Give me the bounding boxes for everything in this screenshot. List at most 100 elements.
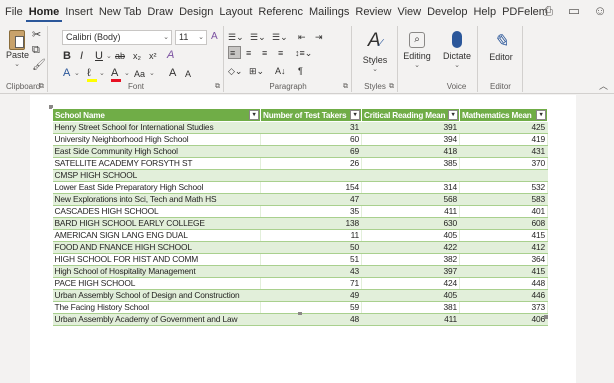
line-spacing-icon[interactable]: ↕≡⌄: [295, 46, 312, 60]
borders-icon[interactable]: ⊞⌄: [249, 64, 264, 78]
font-name-select[interactable]: Calibri (Body) ⌄: [62, 30, 172, 45]
cell-test-takers[interactable]: 48: [260, 313, 362, 326]
decrease-indent-icon[interactable]: ⇤: [298, 30, 306, 44]
shrink-font-button[interactable]: A: [185, 67, 191, 81]
table-resize-handle[interactable]: [544, 315, 548, 319]
editing-button[interactable]: ⌕ Editing ⌄: [400, 30, 434, 70]
cell-math-mean[interactable]: [459, 169, 548, 182]
styles-button[interactable]: A∕ Styles ⌄: [357, 30, 393, 73]
increase-indent-icon[interactable]: ⇥: [315, 30, 323, 44]
bold-button[interactable]: B: [63, 49, 71, 63]
cell-school-name[interactable]: University Neighborhood High School: [52, 133, 261, 146]
vertical-scrollbar[interactable]: [602, 95, 614, 383]
menu-item-view[interactable]: View: [394, 2, 424, 22]
cell-test-takers[interactable]: 50: [260, 241, 362, 254]
highlight-button[interactable]: ℓ: [87, 66, 97, 82]
header-school-name[interactable]: School Name ▾: [52, 108, 261, 122]
cell-math-mean[interactable]: 406: [459, 313, 548, 326]
menu-item-referenc[interactable]: Referenc: [255, 2, 306, 22]
cell-reading-mean[interactable]: 381: [361, 301, 460, 314]
menu-item-home[interactable]: Home: [25, 2, 63, 22]
subscript-button[interactable]: x₂: [133, 49, 141, 63]
cell-math-mean[interactable]: 373: [459, 301, 548, 314]
cell-reading-mean[interactable]: 568: [361, 193, 460, 206]
cell-school-name[interactable]: AMERICAN SIGN LANG ENG DUAL: [52, 229, 261, 242]
change-case-button[interactable]: Aa: [134, 67, 145, 81]
cell-reading-mean[interactable]: 394: [361, 133, 460, 146]
cell-school-name[interactable]: Lower East Side Preparatory High School: [52, 181, 261, 194]
share-icon[interactable]: ⎙: [540, 3, 556, 19]
format-painter-icon[interactable]: 🖌: [32, 58, 46, 72]
cell-math-mean[interactable]: 532: [459, 181, 548, 194]
cell-reading-mean[interactable]: 385: [361, 157, 460, 170]
numbering-icon[interactable]: ☰⌄: [250, 30, 266, 44]
multilevel-list-icon[interactable]: ☰⌄: [272, 30, 288, 44]
cell-school-name[interactable]: CASCADES HIGH SCHOOL: [52, 205, 261, 218]
cell-test-takers[interactable]: 47: [260, 193, 362, 206]
sort-button[interactable]: A↓: [275, 64, 286, 78]
cell-math-mean[interactable]: 364: [459, 253, 548, 266]
font-launcher-icon[interactable]: ⧉: [215, 83, 220, 91]
cell-math-mean[interactable]: 431: [459, 145, 548, 158]
filter-dropdown-icon[interactable]: ▾: [249, 110, 259, 120]
cell-school-name[interactable]: The Facing History School: [52, 301, 261, 314]
editor-button[interactable]: ✎ Editor: [483, 30, 519, 70]
cell-test-takers[interactable]: 51: [260, 253, 362, 266]
align-right-icon[interactable]: ≡: [262, 46, 267, 60]
underline-dropdown-icon[interactable]: ⌄: [106, 50, 112, 64]
header-math-mean[interactable]: Mathematics Mean ▾: [459, 108, 548, 122]
cell-reading-mean[interactable]: 382: [361, 253, 460, 266]
styles-launcher-icon[interactable]: ⧉: [389, 83, 394, 91]
cell-test-takers[interactable]: 59: [260, 301, 362, 314]
cut-icon[interactable]: ✂: [32, 28, 41, 42]
header-test-takers[interactable]: Number of Test Takers ▾: [260, 108, 362, 122]
cell-math-mean[interactable]: 425: [459, 121, 548, 134]
align-center-icon[interactable]: ≡: [246, 46, 251, 60]
menu-item-help[interactable]: Help: [470, 2, 499, 22]
show-marks-button[interactable]: ¶: [298, 64, 303, 78]
cell-math-mean[interactable]: 415: [459, 265, 548, 278]
strikethrough-button[interactable]: ab: [115, 49, 125, 63]
cell-school-name[interactable]: PACE HIGH SCHOOL: [52, 277, 261, 290]
cell-test-takers[interactable]: 35: [260, 205, 362, 218]
cell-test-takers[interactable]: [260, 169, 362, 182]
cell-reading-mean[interactable]: 405: [361, 229, 460, 242]
filter-dropdown-icon[interactable]: ▾: [536, 110, 546, 120]
chevron-down-icon[interactable]: ⌄: [99, 67, 105, 81]
chevron-down-icon[interactable]: ⌄: [74, 67, 80, 81]
clear-format-icon[interactable]: A: [211, 30, 218, 44]
cell-test-takers[interactable]: 154: [260, 181, 362, 194]
menu-item-insert[interactable]: Insert: [62, 2, 96, 22]
cell-test-takers[interactable]: 11: [260, 229, 362, 242]
cell-math-mean[interactable]: 448: [459, 277, 548, 290]
cell-reading-mean[interactable]: 418: [361, 145, 460, 158]
cell-reading-mean[interactable]: 424: [361, 277, 460, 290]
cell-reading-mean[interactable]: 422: [361, 241, 460, 254]
feedback-smiley-icon[interactable]: ☺: [592, 3, 608, 19]
cell-math-mean[interactable]: 583: [459, 193, 548, 206]
cell-school-name[interactable]: East Side Community High School: [52, 145, 261, 158]
text-effects-button[interactable]: A: [63, 66, 70, 80]
cell-reading-mean[interactable]: 630: [361, 217, 460, 230]
cell-test-takers[interactable]: 138: [260, 217, 362, 230]
cell-school-name[interactable]: FOOD AND FNANCE HIGH SCHOOL: [52, 241, 261, 254]
cell-school-name[interactable]: Urban Assembly School of Design and Cons…: [52, 289, 261, 302]
cell-reading-mean[interactable]: 397: [361, 265, 460, 278]
cell-school-name[interactable]: High School of Hospitality Management: [52, 265, 261, 278]
paragraph-launcher-icon[interactable]: ⧉: [343, 83, 348, 91]
paste-button[interactable]: Paste ⌄: [6, 28, 29, 72]
data-table[interactable]: School Name ▾ Number of Test Takers ▾ Crit…: [52, 108, 548, 326]
menu-item-new-tab[interactable]: New Tab: [96, 2, 145, 22]
dictate-button[interactable]: Dictate ⌄: [439, 30, 475, 70]
cell-school-name[interactable]: Henry Street School for International St…: [52, 121, 261, 134]
cell-test-takers[interactable]: 26: [260, 157, 362, 170]
cell-school-name[interactable]: Urban Assembly Academy of Government and…: [52, 313, 261, 326]
copy-icon[interactable]: ⧉: [32, 43, 40, 57]
cell-reading-mean[interactable]: 314: [361, 181, 460, 194]
filter-dropdown-icon[interactable]: ▾: [350, 110, 360, 120]
menu-item-design[interactable]: Design: [176, 2, 216, 22]
grow-font-button[interactable]: A: [169, 66, 176, 80]
cell-school-name[interactable]: New Explorations into Sci, Tech and Math…: [52, 193, 261, 206]
cell-math-mean[interactable]: 419: [459, 133, 548, 146]
cell-reading-mean[interactable]: 411: [361, 313, 460, 326]
